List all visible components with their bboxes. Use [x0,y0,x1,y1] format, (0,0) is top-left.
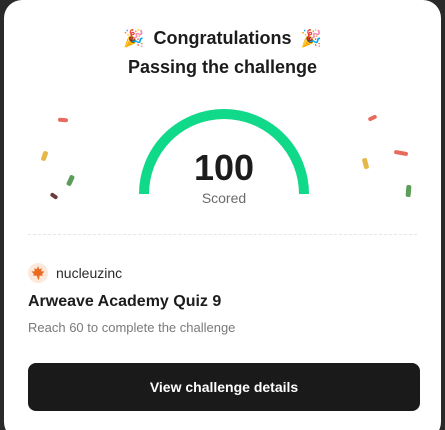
maple-leaf-icon [28,263,48,283]
view-challenge-details-button[interactable]: View challenge details [28,363,420,411]
party-popper-icon: 🎉 [300,29,322,48]
score-label: Scored [201,190,247,206]
confetti-piece [49,192,59,200]
confetti-piece [57,117,69,123]
party-popper-icon: 🎉 [123,29,145,48]
confetti-piece [40,150,49,162]
quiz-title: Arweave Academy Quiz 9 [28,293,222,310]
org-name[interactable]: nucleuzinc [56,265,122,281]
confetti-piece [65,174,76,187]
confetti-piece [405,184,412,198]
title-text: Congratulations [153,28,292,48]
result-card: 🎉 Congratulations 🎉 Passing the challeng… [4,0,441,430]
confetti-piece [361,157,370,170]
org-info: nucleuzinc [28,262,122,284]
divider [28,234,417,235]
page-subtitle: Passing the challenge [127,57,318,77]
quiz-description: Reach 60 to complete the challenge [28,320,236,335]
confetti-piece [367,114,378,122]
score-value: 100 [193,147,255,188]
page-title: 🎉 Congratulations 🎉 [4,28,441,49]
confetti-piece [393,149,409,157]
